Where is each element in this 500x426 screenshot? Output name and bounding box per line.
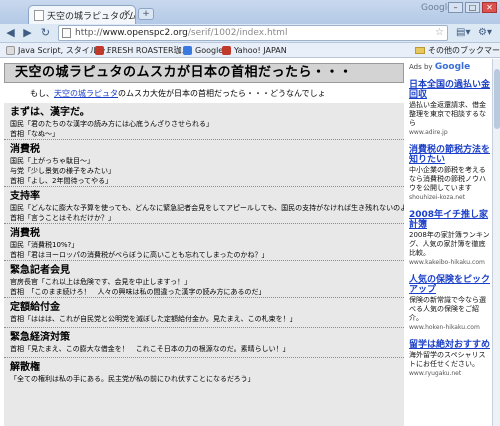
entry-heading: 解散権 <box>10 362 40 373</box>
google-icon <box>183 46 192 55</box>
ad-title-link[interactable]: 人気の保険をピックアップ <box>409 275 491 295</box>
back-arrow-icon[interactable]: ◀ <box>3 25 18 40</box>
entry-line: 国民「消費税10%?」 <box>10 241 79 249</box>
page-title: 天空の城ラピュタのムスカが日本の首相だったら・・・ <box>4 63 404 83</box>
ad-item[interactable]: 留学は絶対おすすめ 海外留学のスペシャリストにお任せください。 www.ryug… <box>409 340 491 378</box>
new-tab-button[interactable]: + <box>138 8 154 20</box>
ad-url: www.ryugaku.net <box>409 370 462 377</box>
bookmark-fresh-roaster[interactable]: FRESH ROASTER珈… <box>95 44 190 57</box>
laputa-link[interactable]: 天空の城ラピュタ <box>54 89 118 98</box>
bookmarks-bar: Java Script, スタイルシ… FRESH ROASTER珈… Goog… <box>0 43 500 58</box>
list-item: 消費税 国民「消費税10%?」 首相「君はヨーロッパの消費税がべらぼうに高いこと… <box>4 224 404 261</box>
list-item: 緊急記者会見 官房長官「これ以上は危険です、会見を中止しますっ！」 首相 「この… <box>4 261 404 298</box>
close-window-button[interactable]: ✕ <box>482 2 497 13</box>
list-item: 解散権 「全ての権利は私の手にある。民主党が私の前にひれ伏すことになるだろう」 <box>4 358 404 388</box>
url-path: /serif/1002/index.html <box>187 28 288 38</box>
list-item: まずは、漢字だ。 国民「君のたちのな漢字の読み方には心底うんざりさせられる」 首… <box>4 103 404 140</box>
ad-item[interactable]: 消費税の節税方法を知りたい 中小企業の節税を考えるなら消費税の節税ノウハウを公開… <box>409 145 491 202</box>
ad-url: www.hoken-hikaku.com <box>409 324 480 331</box>
entry-line: 首相「君はヨーロッパの消費税がべらぼうに高いことも忘れてしまったのかね？」 <box>10 251 269 259</box>
yahoo-y-icon <box>95 46 104 55</box>
ad-title-link[interactable]: 留学は絶対おすすめ <box>409 340 491 350</box>
scrollbar-thumb[interactable] <box>494 69 500 129</box>
ad-text: 中小企業の節税を考えるなら消費税の節税ノウハウを公開しています <box>409 166 486 192</box>
entry-line: 国民「どんなに膨大な予算を使っても、どんなに緊急記者会見をしてアピールしても、国… <box>10 204 404 212</box>
ad-item[interactable]: 人気の保険をピックアップ 保険の新常識で今なら選べる人気の保険をご紹介。 www… <box>409 275 491 332</box>
ads-sidebar: Ads by Google 日本全国の過払い金回収 過払い金返還請求、借金整理を… <box>409 59 491 426</box>
close-tab-icon[interactable]: ✕ <box>123 9 131 19</box>
bookmark-star-icon[interactable]: ☆ <box>435 26 444 40</box>
ad-item[interactable]: 日本全国の過払い金回収 過払い金返還請求、借金整理を東京で相談するなら www.… <box>409 80 491 137</box>
page-menu-icon[interactable]: ▤▾ <box>456 25 470 40</box>
ad-text: 過払い金返還請求、借金整理を東京で相談するなら <box>409 101 486 127</box>
page-icon <box>62 28 71 38</box>
entry-line: 首相 「このまま続けろ！ 人々の興味は私の間違った漢字の読み方にあるのだ」 <box>10 288 266 296</box>
address-bar[interactable]: http://www.openspc2.org/serif/1002/index… <box>58 25 448 41</box>
ad-url: www.adire.jp <box>409 129 448 136</box>
bookmark-google[interactable]: Google <box>183 44 223 57</box>
joke-list: まずは、漢字だ。 国民「君のたちのな漢字の読み方には心底うんざりさせられる」 首… <box>4 103 404 426</box>
ad-url: www.kakeibo-hikaku.com <box>409 259 485 266</box>
ad-text: 海外留学のスペシャリストにお任せください。 <box>409 351 486 368</box>
page-icon <box>6 46 15 55</box>
entry-heading: まずは、漢字だ。 <box>10 107 90 118</box>
entry-line: 国民「上がっちゃ駄目～」 <box>10 157 94 165</box>
entry-line: 「全ての権利は私の手にある。民主党が私の前にひれ伏すことになるだろう」 <box>10 375 255 383</box>
vertical-scrollbar[interactable] <box>492 59 500 426</box>
ad-title-link[interactable]: 日本全国の過払い金回収 <box>409 80 491 100</box>
entry-heading: 緊急記者会見 <box>10 265 70 276</box>
other-bookmarks[interactable]: その他のブックマーク <box>415 44 500 57</box>
list-item: 消費税 国民「上がっちゃ駄目～」 与党「少し景気の様子をみたい」 首相「よし、2… <box>4 140 404 187</box>
entry-line: 与党「少し景気の様子をみたい」 <box>10 167 115 175</box>
folder-icon <box>415 47 425 54</box>
url-host: www.openspc2.org <box>102 28 188 38</box>
yahoo-y-icon <box>222 46 231 55</box>
ad-text: 保険の新常識で今なら選べる人気の保険をご紹介。 <box>409 296 486 322</box>
entry-line: 首相「ははは、これが自民党と公明党を滅ぼした定額給付金か。見たまえ、この札束を！… <box>10 315 297 323</box>
entry-line: 首相「よし、2年間待ってやる」 <box>10 177 113 185</box>
main-content: 天空の城ラピュタのムスカが日本の首相だったら・・・ もし、天空の城ラピュタのムス… <box>4 63 404 426</box>
minimize-button[interactable]: – <box>448 2 463 13</box>
browser-tab[interactable]: 天空の城ラピュタのムスカが… ✕ <box>28 5 136 24</box>
toolbar: ◀ ▶ ↻ http://www.openspc2.org/serif/1002… <box>0 24 500 43</box>
intro-text: もし、天空の城ラピュタのムスカ大佐が日本の首相だったら・・・どうなんでしょ <box>30 89 326 98</box>
title-bar: 天空の城ラピュタのムスカが… ✕ + Google – □ ✕ <box>0 0 500 24</box>
ad-text: 2008年の家計簿ランキング、人気の家計簿を徹底比較。 <box>409 231 490 257</box>
ad-title-link[interactable]: 消費税の節税方法を知りたい <box>409 145 491 165</box>
reload-icon[interactable]: ↻ <box>38 25 53 40</box>
entry-line: 官房長官「これ以上は危険です、会見を中止しますっ！」 <box>10 278 192 286</box>
page-icon <box>34 10 44 21</box>
entry-line: 首相「言うことはそれだけか？」 <box>10 214 115 222</box>
entry-heading: 支持率 <box>10 191 40 202</box>
entry-heading: 定額給付金 <box>10 302 60 313</box>
maximize-button[interactable]: □ <box>465 2 480 13</box>
ad-item[interactable]: 2008年イチ推し家計簿 2008年の家計簿ランキング、人気の家計簿を徹底比較。… <box>409 210 491 267</box>
bookmark-yahoo[interactable]: Yahoo! JAPAN <box>222 44 287 57</box>
list-item: 定額給付金 首相「ははは、これが自民党と公明党を滅ぼした定額給付金か。見たまえ、… <box>4 298 404 328</box>
entry-heading: 消費税 <box>10 144 40 155</box>
ad-title-link[interactable]: 2008年イチ推し家計簿 <box>409 210 491 230</box>
list-item: 支持率 国民「どんなに膨大な予算を使っても、どんなに緊急記者会見をしてアピールし… <box>4 187 404 224</box>
entry-line: 首相「なぬ～」 <box>10 130 59 138</box>
wrench-menu-icon[interactable]: ⚙▾ <box>478 25 492 40</box>
entry-line: 国民「君のたちのな漢字の読み方には心底うんざりさせられる」 <box>10 120 213 128</box>
entry-heading: 消費税 <box>10 228 40 239</box>
entry-heading: 緊急経済対策 <box>10 332 70 343</box>
forward-arrow-icon[interactable]: ▶ <box>20 25 35 40</box>
ads-label: Ads by Google <box>409 62 471 72</box>
web-page: 天空の城ラピュタのムスカが日本の首相だったら・・・ もし、天空の城ラピュタのムス… <box>0 59 500 426</box>
list-item: 緊急経済対策 首相「見たまえ、この膨大な借金を！ これこそ日本の力の根源なのだ。… <box>4 328 404 358</box>
ad-url: shouhizei-koza.net <box>409 194 466 201</box>
entry-line: 首相「見たまえ、この膨大な借金を！ これこそ日本の力の根源なのだ。素晴らしい！」 <box>10 345 290 353</box>
